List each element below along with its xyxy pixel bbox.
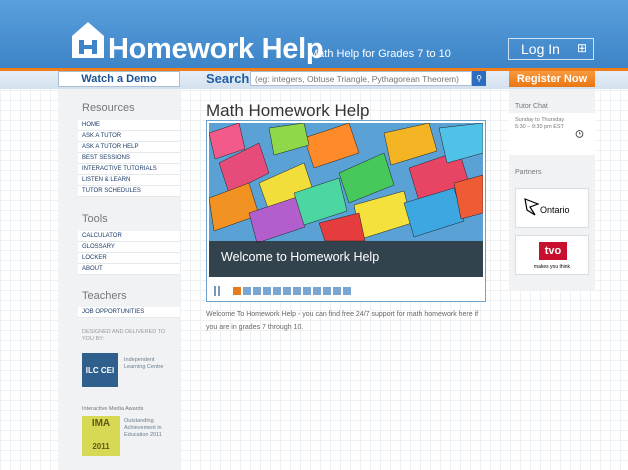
slide-dot[interactable] bbox=[263, 287, 271, 295]
teachers-menu: JOB OPPORTUNITIES bbox=[78, 307, 180, 318]
house-logo-icon bbox=[72, 22, 104, 58]
sidebar-item-home[interactable]: HOME bbox=[78, 120, 180, 131]
slide-dot[interactable] bbox=[333, 287, 341, 295]
pause-icon[interactable] bbox=[213, 286, 221, 296]
resources-heading: Resources bbox=[82, 102, 135, 114]
sidebar-item-about[interactable]: ABOUT bbox=[78, 264, 180, 275]
sidebar-item-listen-learn[interactable]: LISTEN & LEARN bbox=[78, 175, 180, 186]
ontario-trillium-icon bbox=[524, 198, 540, 216]
slide-dot[interactable] bbox=[253, 287, 261, 295]
plus-square-icon: ⊞ bbox=[576, 41, 587, 55]
ilc-name: Independent Learning Centre bbox=[124, 357, 164, 370]
slide-dot[interactable] bbox=[293, 287, 301, 295]
slide-caption: Welcome to Homework Help bbox=[209, 241, 483, 277]
search-input[interactable] bbox=[250, 71, 472, 86]
partners-heading: Partners bbox=[515, 169, 542, 176]
designed-by-label: DESIGNED AND DELIVERED TO YOU BY: bbox=[82, 329, 166, 342]
tools-heading: Tools bbox=[82, 213, 108, 225]
sidebar-item-interactive-tutorials[interactable]: INTERACTIVE TUTORIALS bbox=[78, 164, 180, 175]
login-button[interactable]: Log In ⊞ bbox=[508, 38, 594, 60]
slide-dot[interactable] bbox=[233, 287, 241, 295]
sidebar-item-tutor-schedules[interactable]: TUTOR SCHEDULES bbox=[78, 186, 180, 197]
site-logo[interactable]: Homework Help bbox=[108, 33, 324, 66]
sidebar-item-locker[interactable]: LOCKER bbox=[78, 253, 180, 264]
sidebar-item-glossary[interactable]: GLOSSARY bbox=[78, 242, 180, 253]
register-now-button[interactable]: Register Now bbox=[509, 71, 595, 87]
ima-description: Outstanding Achievement in Education 201… bbox=[124, 418, 162, 438]
slide-dot[interactable] bbox=[303, 287, 311, 295]
sidebar-item-ask-a-tutor-help[interactable]: ASK A TUTOR HELP bbox=[78, 142, 180, 153]
site-tagline: Math Help for Grades 7 to 10 bbox=[309, 48, 451, 60]
slide-dot[interactable] bbox=[243, 287, 251, 295]
slideshow[interactable]: Welcome to Homework Help bbox=[206, 120, 486, 302]
ima-award-badge[interactable]: IMA 2011 bbox=[82, 416, 120, 456]
slide-dot[interactable] bbox=[323, 287, 331, 295]
search-icon[interactable]: ⚲ bbox=[472, 71, 486, 86]
intro-text: Welcome To Homework Help - you can find … bbox=[206, 311, 479, 331]
slide-dot[interactable] bbox=[313, 287, 321, 295]
tvo-mark: tvo bbox=[539, 242, 567, 260]
tools-menu: CALCULATOR GLOSSARY LOCKER ABOUT bbox=[78, 231, 180, 275]
login-label: Log In bbox=[521, 41, 560, 57]
tutor-chat-box[interactable]: Sunday to Thursday 5:30 – 9:30 pm EST bbox=[509, 113, 595, 155]
sidebar-item-ask-a-tutor[interactable]: ASK A TUTOR bbox=[78, 131, 180, 142]
slide-dot[interactable] bbox=[343, 287, 351, 295]
clock-icon bbox=[575, 130, 584, 138]
ontario-name: Ontario bbox=[540, 205, 570, 215]
right-sidebar: Tutor Chat Sunday to Thursday 5:30 – 9:3… bbox=[509, 89, 595, 291]
sidebar-item-best-sessions[interactable]: BEST SESSIONS bbox=[78, 153, 180, 164]
sidebar-item-calculator[interactable]: CALCULATOR bbox=[78, 231, 180, 242]
slide-dot[interactable] bbox=[273, 287, 281, 295]
ima-award-label: Interactive Media Awards bbox=[82, 406, 144, 412]
left-sidebar: Resources HOME ASK A TUTOR ASK A TUTOR H… bbox=[58, 89, 180, 470]
ima-logo-text: IMA bbox=[91, 418, 111, 429]
page-title: Math Homework Help bbox=[206, 101, 370, 120]
search-label: Search bbox=[206, 71, 250, 86]
tutor-chat-hours: Sunday to Thursday 5:30 – 9:30 pm EST bbox=[515, 117, 565, 130]
sidebar-item-job-opportunities[interactable]: JOB OPPORTUNITIES bbox=[78, 307, 180, 318]
slide-controls bbox=[213, 286, 473, 296]
resources-menu: HOME ASK A TUTOR ASK A TUTOR HELP BEST S… bbox=[78, 120, 180, 197]
site-header: Homework Help Math Help for Grades 7 to … bbox=[0, 0, 628, 68]
tutor-chat-heading: Tutor Chat bbox=[515, 103, 548, 110]
ontario-logo[interactable]: Ontario bbox=[515, 188, 589, 228]
watch-demo-button[interactable]: Watch a Demo bbox=[58, 71, 180, 87]
ima-year: 2011 bbox=[92, 442, 110, 451]
teachers-heading: Teachers bbox=[82, 290, 127, 302]
slide-dot[interactable] bbox=[283, 287, 291, 295]
tvo-tagline: makes you think bbox=[533, 264, 571, 270]
slide-image-erasers[interactable]: Welcome to Homework Help bbox=[209, 123, 483, 277]
ilc-logo[interactable]: ILC CEI bbox=[82, 353, 118, 387]
tvo-logo[interactable]: tvo makes you think bbox=[515, 235, 589, 275]
